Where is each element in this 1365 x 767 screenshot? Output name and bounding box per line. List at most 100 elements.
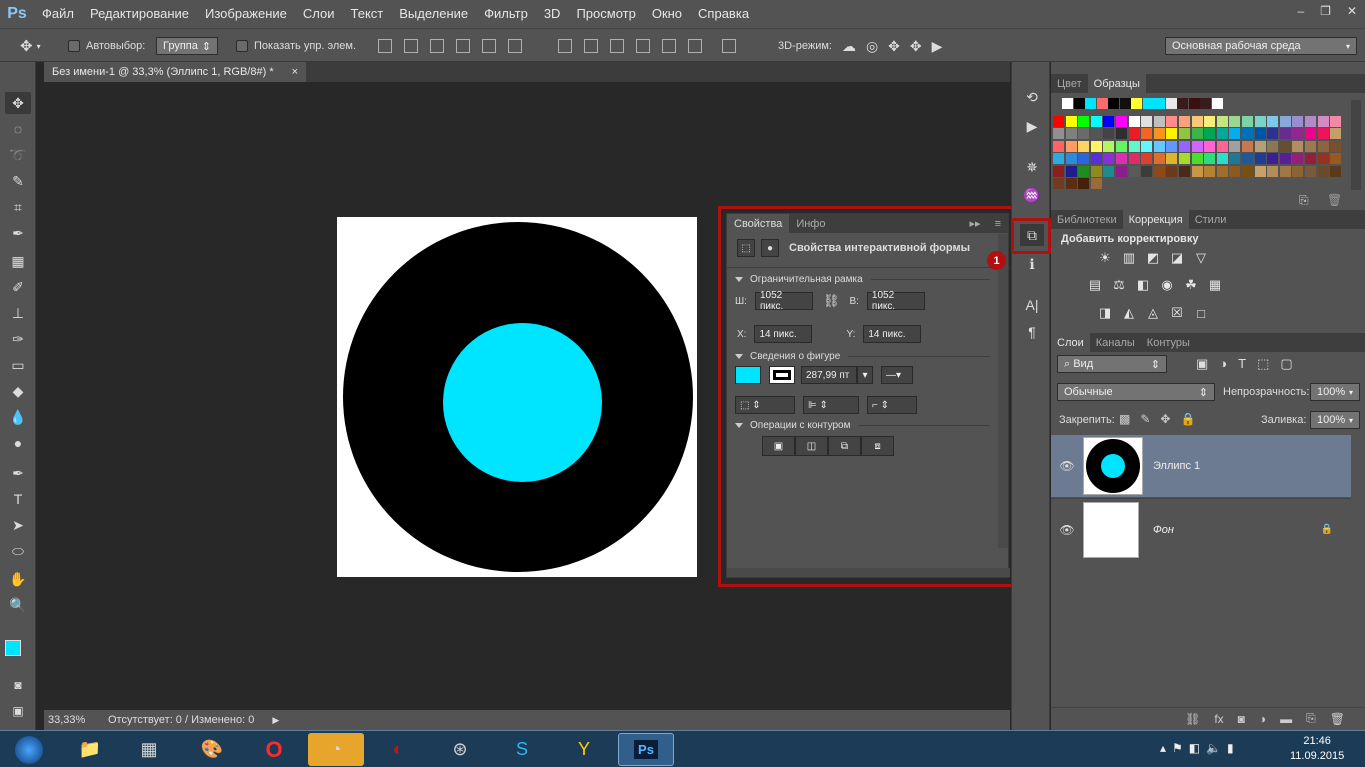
workspace-dropdown[interactable]: Основная рабочая среда ▾ [1165,37,1357,55]
swatch[interactable] [1116,140,1127,152]
move-tool-icon[interactable]: ✥ [5,92,31,114]
zoom-tool-icon[interactable]: 🔍 [5,594,31,616]
swatch[interactable] [1103,140,1115,152]
align-left-icon[interactable] [456,39,470,53]
bbox-section-title[interactable]: Ограничительная рамка [750,274,863,285]
swatch[interactable] [1317,116,1329,127]
swatch[interactable] [1242,116,1253,127]
swatch[interactable] [1267,116,1279,127]
swatch[interactable] [1292,153,1304,165]
swatch[interactable] [1242,128,1253,140]
menu-select[interactable]: Выделение [391,0,476,28]
x-input[interactable]: 14 пикс. [754,325,813,343]
swatch[interactable] [1179,128,1190,140]
stroke-corners-dropdown[interactable]: ⌐ ⇕ [867,396,917,414]
align-right-icon[interactable] [508,39,522,53]
distribute-hcenter-icon[interactable] [662,39,676,53]
lock-icons[interactable]: ▩✎✥🔒 [1119,412,1205,426]
menu-view[interactable]: Просмотр [568,0,643,28]
distribute-vcenter-icon[interactable] [584,39,598,53]
swatch[interactable] [1177,98,1188,109]
stroke-caps-dropdown[interactable]: ⊫ ⇕ [803,396,859,414]
swatch[interactable] [1229,153,1241,165]
swatch[interactable] [1229,128,1241,140]
eraser-tool-icon[interactable]: ▭ [5,354,31,376]
menu-help[interactable]: Справка [690,0,757,28]
layer-name-ellipse[interactable]: Эллипс 1 [1153,460,1200,472]
menu-file[interactable]: Файл [34,0,82,28]
swatch[interactable] [1078,128,1090,140]
swatch[interactable] [1191,165,1203,177]
adjustment-layer-icon[interactable]: ◑ [1259,712,1266,726]
photoshop-taskbar-icon[interactable]: Ps [618,733,674,766]
swatch[interactable] [1119,98,1131,109]
adjustment-icon[interactable]: □ [1192,305,1210,321]
swatch[interactable] [1128,128,1140,140]
menu-layers[interactable]: Слои [295,0,343,28]
info-icon[interactable]: ℹ [1020,253,1044,275]
align-top-icon[interactable] [378,39,392,53]
swatch[interactable] [1216,128,1228,140]
swatch[interactable] [1053,153,1064,165]
swatch[interactable] [1116,116,1127,127]
history-icon[interactable]: ⟲ [1020,86,1044,108]
swatch[interactable] [1188,98,1200,109]
brush-presets-icon[interactable]: ♒ [1020,184,1044,206]
swatch[interactable] [1191,116,1203,127]
yandex-browser-icon[interactable]: Y [556,733,612,766]
new-group-icon[interactable]: ▬ [1280,712,1292,726]
swatch[interactable] [1242,153,1253,165]
lasso-tool-icon[interactable]: ➰ [5,144,31,166]
tab-libraries[interactable]: Библиотеки [1051,210,1123,229]
swatch[interactable] [1090,153,1102,165]
skype-icon[interactable]: S [494,733,550,766]
eyedropper-tool-icon[interactable]: ✒ [5,222,31,244]
autoselect-dropdown[interactable]: Группа ⇕ [156,37,218,55]
fill-color-swatch[interactable] [735,366,761,384]
calculator-icon[interactable]: ▦ [121,733,177,766]
marquee-tool-icon[interactable]: ◌ [5,118,31,140]
swatch[interactable] [1317,128,1329,140]
stroke-size-dropdown-icon[interactable]: ▾ [857,366,873,384]
quick-select-tool-icon[interactable]: ✎ [5,170,31,192]
swatch[interactable] [1053,140,1064,152]
swatch[interactable] [1153,128,1165,140]
zoom-level[interactable]: 33,33% [48,714,96,726]
adjustment-icon[interactable]: ▥ [1120,250,1138,266]
swatch[interactable] [1141,128,1153,140]
swatch[interactable] [1254,140,1266,152]
layer-filter-dropdown[interactable]: ⌕ Вид ⇕ [1057,355,1167,373]
ellipse-tool-icon[interactable]: ⬭ [5,540,31,562]
link-icon[interactable]: ⛓ [823,293,840,309]
foreground-color[interactable] [5,640,21,656]
swatch[interactable] [1078,153,1090,165]
swatch[interactable] [1116,165,1127,177]
swatch[interactable] [1065,178,1077,189]
swatch[interactable] [1078,178,1090,189]
swatch[interactable] [1116,128,1127,140]
paint-icon[interactable]: 🎨 [184,733,240,766]
menu-3d[interactable]: 3D [536,0,569,28]
adjustment-icon[interactable]: ☀ [1096,250,1114,266]
swatch[interactable] [1166,165,1178,177]
swatch[interactable] [1053,128,1064,140]
swatch[interactable] [1103,165,1115,177]
add-mask-icon[interactable]: ◙ [1238,712,1245,726]
start-button-icon[interactable] [4,733,54,766]
swatch[interactable] [1128,140,1140,152]
swatch[interactable] [1166,116,1178,127]
swatch[interactable] [1053,165,1064,177]
swatch[interactable] [1153,153,1165,165]
swatch[interactable] [1062,98,1073,109]
swatch[interactable] [1305,116,1316,127]
tray-icons[interactable]: ▴⚑◧🔈▮ [1160,741,1240,755]
swatch[interactable] [1267,165,1279,177]
adjustment-icon[interactable]: ◬ [1144,305,1162,321]
swatch[interactable] [1229,140,1241,152]
quick-mask-icon[interactable]: ◙ [5,674,31,696]
swatch[interactable] [1330,128,1342,140]
swatch[interactable] [1216,153,1228,165]
document-canvas[interactable] [337,217,697,577]
swatch[interactable] [1204,153,1216,165]
adjustment-icon[interactable]: ◉ [1158,277,1176,293]
